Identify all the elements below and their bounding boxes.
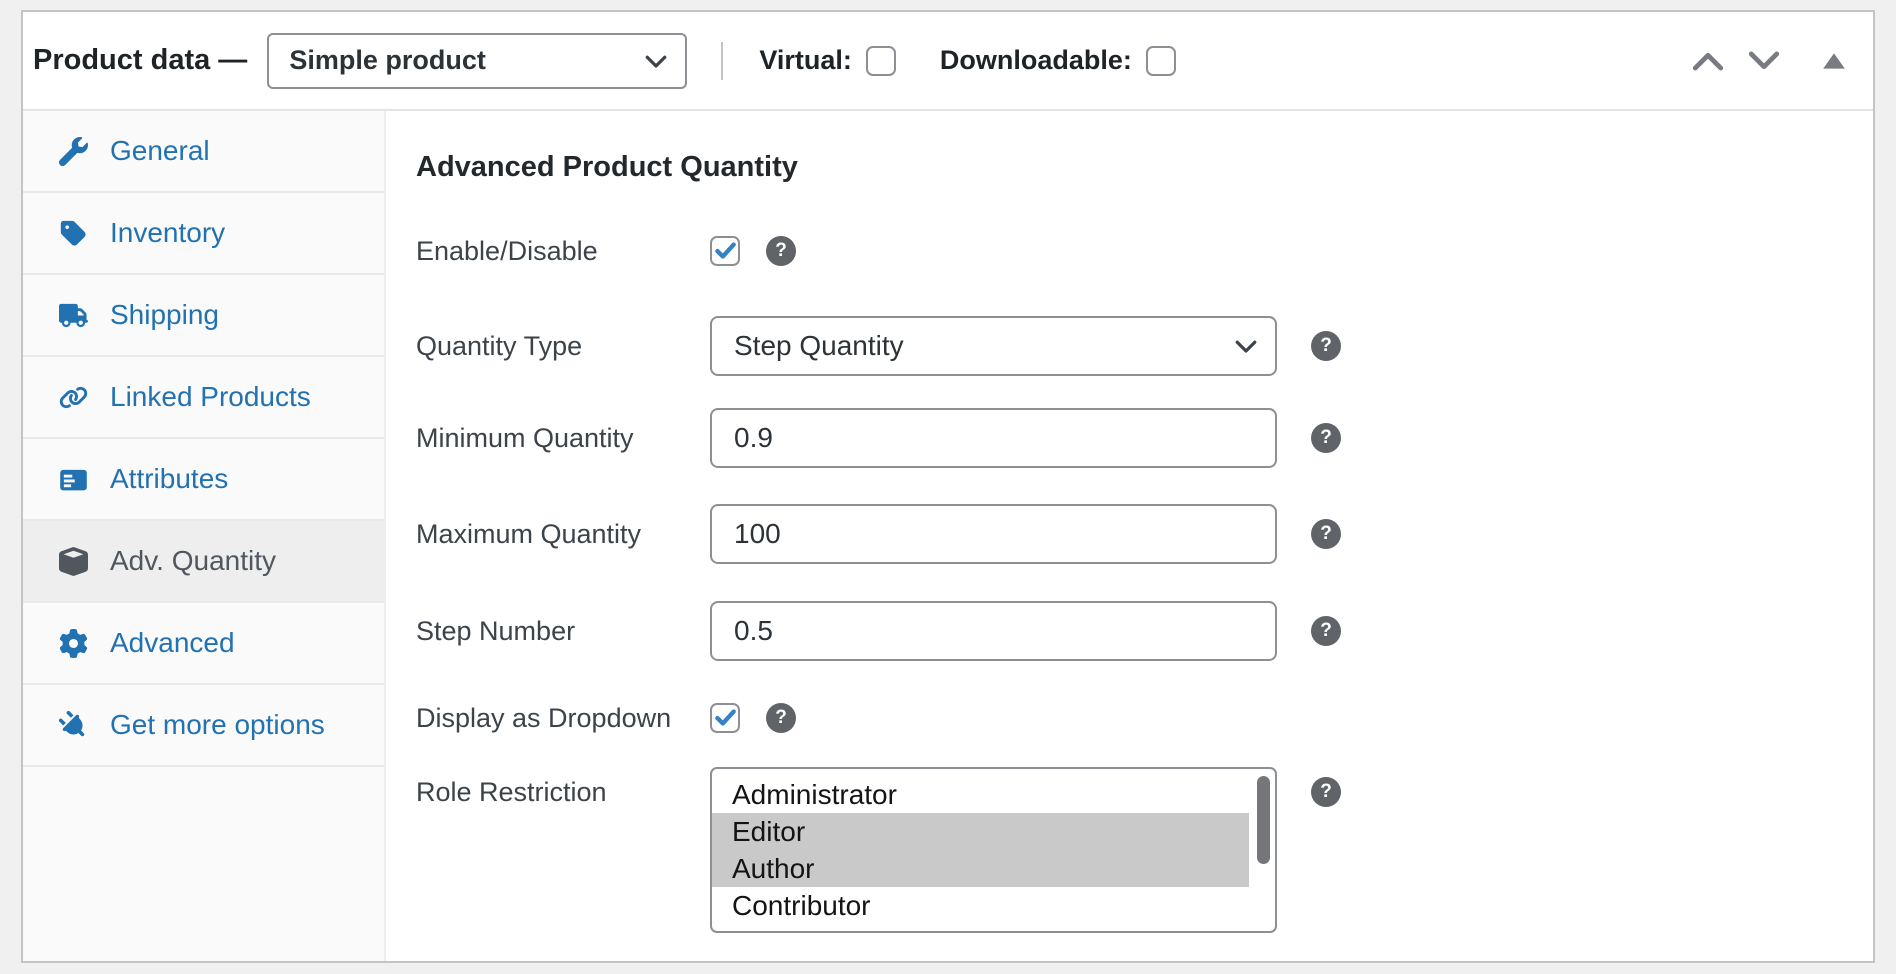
tab-label: Adv. Quantity <box>110 545 276 577</box>
tab-label: Attributes <box>110 463 228 495</box>
chevron-down-icon <box>641 46 671 76</box>
screen: Product data — Simple product Virtual: D… <box>0 0 1896 974</box>
tab-label: Inventory <box>110 217 225 249</box>
quantity-type-value: Step Quantity <box>734 330 904 362</box>
truck-icon <box>59 301 88 330</box>
field-label: Step Number <box>416 614 710 648</box>
tab-get-more-options[interactable]: Get more options <box>23 685 384 767</box>
help-icon[interactable]: ? <box>1311 423 1341 453</box>
step-number-input[interactable] <box>710 601 1277 661</box>
field-label: Role Restriction <box>416 775 710 809</box>
header-divider <box>721 42 723 80</box>
help-icon[interactable]: ? <box>1311 777 1341 807</box>
help-icon[interactable]: ? <box>1311 616 1341 646</box>
enable-disable-checkbox[interactable] <box>710 236 740 266</box>
maximum-quantity-input[interactable] <box>710 504 1277 564</box>
tab-inventory[interactable]: Inventory <box>23 193 384 275</box>
minimum-quantity-input[interactable] <box>710 408 1277 468</box>
tab-advanced[interactable]: Advanced <box>23 603 384 685</box>
maximum-quantity-row: Maximum Quantity ? <box>416 504 1873 564</box>
downloadable-label: Downloadable: <box>940 45 1132 76</box>
help-icon[interactable]: ? <box>766 236 796 266</box>
quantity-type-row: Quantity Type Step Quantity ? <box>416 316 1873 376</box>
panel-heading: Advanced Product Quantity <box>416 151 1873 184</box>
option-author[interactable]: Author <box>712 850 1249 887</box>
option-administrator[interactable]: Administrator <box>712 776 1249 813</box>
tab-label: Linked Products <box>110 381 311 413</box>
help-icon[interactable]: ? <box>1311 519 1341 549</box>
field-label: Enable/Disable <box>416 234 710 268</box>
card-icon <box>59 465 88 494</box>
tab-linked-products[interactable]: Linked Products <box>23 357 384 439</box>
product-data-metabox: Product data — Simple product Virtual: D… <box>21 10 1875 963</box>
tab-shipping[interactable]: Shipping <box>23 275 384 357</box>
tag-icon <box>59 219 88 248</box>
display-as-dropdown-checkbox[interactable] <box>710 703 740 733</box>
product-type-value: Simple product <box>289 45 486 76</box>
page-title: Product data — <box>33 44 247 77</box>
tab-label: Get more options <box>110 709 325 741</box>
field-label: Minimum Quantity <box>416 421 710 455</box>
help-icon[interactable]: ? <box>1311 331 1341 361</box>
field-label: Maximum Quantity <box>416 517 710 551</box>
field-label: Display as Dropdown <box>416 701 710 735</box>
cube-icon <box>59 547 88 576</box>
tab-label: Advanced <box>110 627 235 659</box>
downloadable-checkbox[interactable] <box>1146 46 1176 76</box>
metabox-body: General Inventory Shipping <box>23 111 1873 961</box>
metabox-header: Product data — Simple product Virtual: D… <box>23 12 1873 111</box>
product-type-select[interactable]: Simple product <box>267 33 687 89</box>
minimum-quantity-row: Minimum Quantity ? <box>416 408 1873 468</box>
role-restriction-multiselect[interactable]: Administrator Editor Author Contributor <box>710 767 1277 933</box>
tab-adv-quantity[interactable]: Adv. Quantity <box>23 521 384 603</box>
chevron-down-icon <box>1231 331 1261 361</box>
tab-general[interactable]: General <box>23 111 384 193</box>
collapse-toggle-icon[interactable] <box>1821 51 1847 71</box>
adv-quantity-panel: Advanced Product Quantity Enable/Disable… <box>386 111 1873 961</box>
tab-label: General <box>110 135 210 167</box>
help-icon[interactable]: ? <box>766 703 796 733</box>
quantity-type-select[interactable]: Step Quantity <box>710 316 1277 376</box>
display-as-dropdown-row: Display as Dropdown ? <box>416 701 1873 735</box>
enable-disable-row: Enable/Disable ? <box>416 234 1873 268</box>
option-editor[interactable]: Editor <box>712 813 1249 850</box>
wrench-icon <box>59 137 88 166</box>
move-up-icon[interactable] <box>1691 49 1725 73</box>
virtual-checkbox[interactable] <box>866 46 896 76</box>
move-down-icon[interactable] <box>1747 49 1781 73</box>
link-icon <box>59 383 88 412</box>
field-label: Quantity Type <box>416 329 710 363</box>
plug-icon <box>59 711 88 740</box>
role-restriction-row: Role Restriction Administrator Editor Au… <box>416 767 1873 933</box>
step-number-row: Step Number ? <box>416 601 1873 661</box>
virtual-label: Virtual: <box>759 45 852 76</box>
product-data-tabs: General Inventory Shipping <box>23 111 386 961</box>
tab-label: Shipping <box>110 299 219 331</box>
gear-icon <box>59 629 88 658</box>
option-contributor[interactable]: Contributor <box>712 887 1249 924</box>
scrollbar-thumb[interactable] <box>1257 776 1270 864</box>
tab-attributes[interactable]: Attributes <box>23 439 384 521</box>
